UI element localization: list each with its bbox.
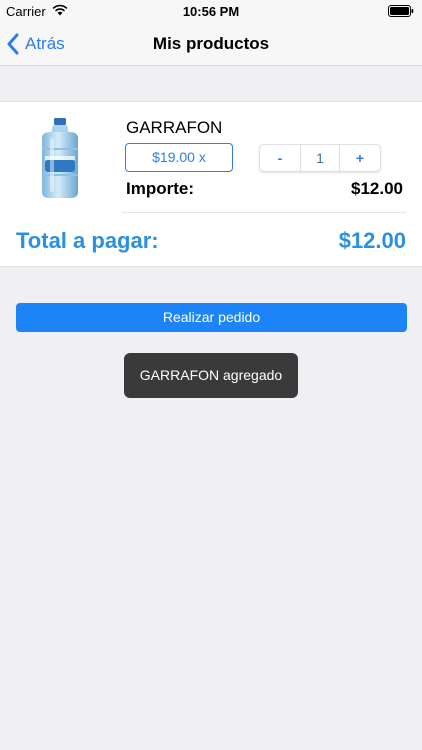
- page-title: Mis productos: [152, 34, 270, 53]
- battery-icon: [388, 5, 414, 17]
- product-name: GARRAFON: [126, 118, 223, 137]
- status-time: 10:56 PM: [182, 4, 240, 19]
- quantity-value: 1: [300, 145, 340, 171]
- quantity-stepper: - 1 +: [259, 144, 381, 172]
- toast-message: GARRAFON agregado: [124, 353, 298, 398]
- total-value: $12.00: [338, 228, 406, 253]
- increment-button[interactable]: +: [340, 145, 380, 171]
- place-order-button[interactable]: Realizar pedido: [16, 303, 407, 332]
- subtotal-value: $12.00: [351, 179, 403, 198]
- subtotal-label: Importe:: [126, 179, 194, 198]
- price-button[interactable]: $19.00 x: [125, 143, 233, 172]
- row-divider: [122, 212, 406, 213]
- water-jug-image: [42, 118, 78, 198]
- status-bar: Carrier 10:56 PM: [0, 0, 422, 22]
- cart-card: GARRAFON $19.00 x - 1 + Importe: $12.00 …: [0, 101, 422, 267]
- navigation-bar: Atrás Mis productos: [0, 22, 422, 66]
- total-label: Total a pagar:: [16, 228, 159, 253]
- decrement-button[interactable]: -: [260, 145, 300, 171]
